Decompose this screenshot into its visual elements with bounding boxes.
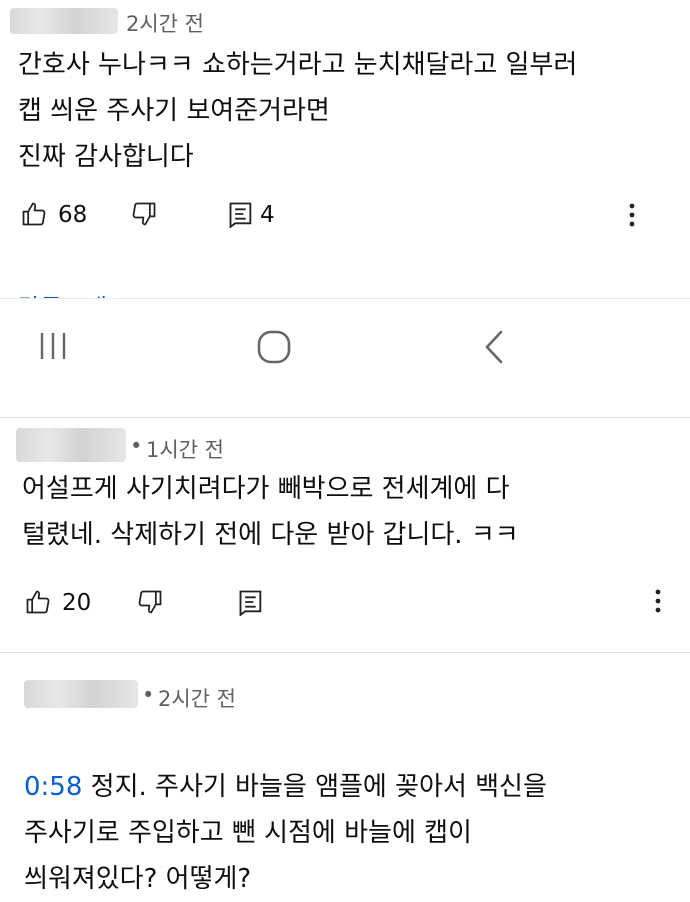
comment-time: 2시간 전: [158, 687, 236, 711]
comment-divider: [0, 652, 690, 653]
reply-icon[interactable]: [228, 200, 254, 228]
comment-text: 정지. 주사기 바늘을 앰플에 꽂아서 백신을 주사기로 주입하고 뺀 시점에 …: [24, 772, 547, 894]
like-icon[interactable]: [24, 588, 52, 616]
author-name-redacted[interactable]: [24, 680, 138, 708]
dislike-icon[interactable]: [130, 200, 158, 228]
meta-separator: •: [142, 683, 155, 707]
comment-time: 2시간 전: [126, 12, 204, 36]
more-options-icon[interactable]: [626, 202, 638, 228]
reply-count: 4: [260, 202, 275, 228]
comment-text: 어설프게 사기치려다가 빼박으로 전세계에 다 털렸네. 삭제하기 전에 다운 …: [22, 474, 519, 550]
more-options-icon[interactable]: [652, 588, 664, 614]
dislike-icon[interactable]: [136, 588, 164, 616]
reply-icon[interactable]: [238, 588, 264, 616]
home-icon[interactable]: [256, 329, 292, 365]
back-icon[interactable]: [482, 329, 506, 365]
view-replies-link[interactable]: 답글 4개: [18, 288, 107, 298]
video-timestamp-link[interactable]: 0:58: [24, 772, 82, 802]
comment-text-block: 0:58 정지. 주사기 바늘을 앰플에 꽂아서 백신을 주사기로 주입하고 뺀…: [24, 718, 547, 902]
like-icon[interactable]: [20, 200, 48, 228]
author-name-redacted[interactable]: [10, 8, 118, 34]
system-navigation-bar: [0, 298, 690, 418]
comment-text: 간호사 누나ㅋㅋ 쇼하는거라고 눈치채달라고 일부러 캡 씌운 주사기 보여준거…: [18, 50, 578, 172]
recents-icon[interactable]: [38, 329, 68, 363]
author-name-redacted[interactable]: [16, 428, 126, 462]
comment-time: 1시간 전: [146, 438, 224, 462]
like-count: 68: [58, 202, 88, 228]
meta-separator: •: [130, 434, 143, 458]
view-replies-clip: 답글 4개: [18, 276, 218, 298]
like-count: 20: [62, 590, 92, 616]
